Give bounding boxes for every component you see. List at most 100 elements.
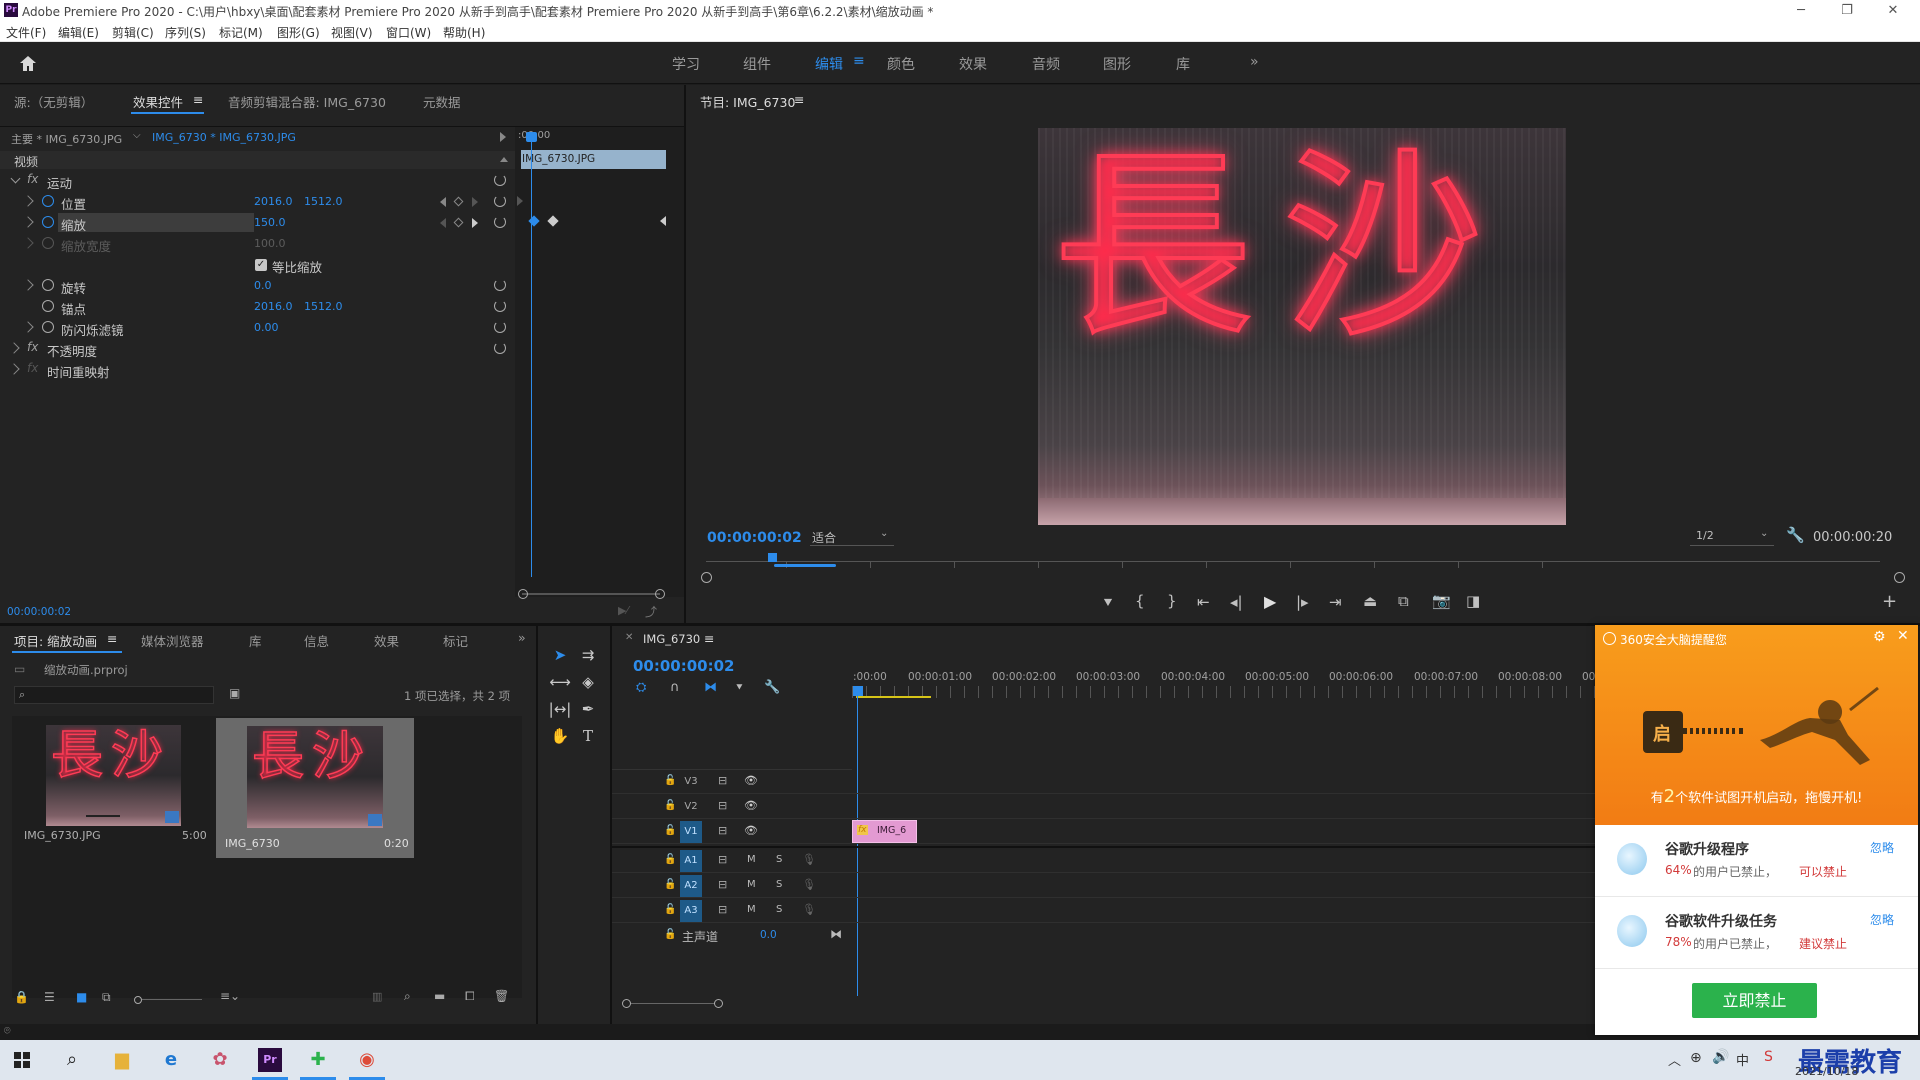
sync-lock-icon[interactable]: ⊟ (718, 799, 727, 812)
lock-icon[interactable]: 🔓 (664, 929, 676, 940)
mark-in-icon[interactable]: { (1135, 592, 1145, 610)
workspace-color[interactable]: 颜色 (887, 54, 915, 74)
pen-tool-icon[interactable]: ✒ (576, 697, 600, 721)
reset-icon[interactable] (494, 321, 506, 333)
ripple-edit-tool-icon[interactable]: ⟷ (548, 670, 572, 694)
tab-markers[interactable]: 标记 (443, 631, 468, 650)
solo-button[interactable]: S (776, 879, 782, 890)
trash-icon[interactable]: 🗑 (494, 989, 509, 1003)
workspace-effects[interactable]: 效果 (959, 54, 987, 74)
restore-icon[interactable]: ❐ (1824, 0, 1870, 21)
tab-project[interactable]: 项目: 缩放动画 (14, 631, 97, 650)
lock-icon[interactable]: 🔓 (664, 775, 676, 786)
reset-icon[interactable] (494, 300, 506, 312)
expand-chevron-icon[interactable] (8, 342, 20, 354)
reset-icon[interactable] (494, 342, 506, 354)
timeline-clip[interactable]: fx IMG_6 (852, 820, 917, 843)
program-video-frame[interactable]: 長沙 (1038, 128, 1566, 525)
mute-button[interactable]: M (747, 879, 756, 890)
project-item-selected[interactable]: 長沙 IMG_6730 0:20 (216, 718, 414, 858)
360-security-icon[interactable]: ✚ (300, 1044, 336, 1076)
tab-audio-clip-mixer[interactable]: 音频剪辑混合器: IMG_6730 (228, 92, 386, 111)
new-item-icon[interactable]: ⧠ (465, 989, 475, 1004)
mute-button[interactable]: M (747, 904, 756, 915)
tab-sequence[interactable]: IMG_6730 (643, 632, 700, 646)
zoom-slider[interactable] (142, 999, 202, 1000)
timeline-settings-icon[interactable]: 🔧 (764, 680, 780, 695)
ignore-link[interactable]: 忽略 (1870, 839, 1894, 856)
sync-lock-icon[interactable]: ⊟ (718, 853, 727, 866)
fx-icon[interactable]: fx (27, 340, 38, 354)
lock-icon[interactable]: 🔓 (664, 879, 676, 890)
tab-metadata[interactable]: 元数据 (423, 92, 461, 111)
effect-controls-menu-icon[interactable]: ≡ (193, 92, 203, 107)
tab-media-browser[interactable]: 媒体浏览器 (141, 631, 204, 650)
add-button-icon[interactable]: + (1882, 591, 1897, 612)
lift-icon[interactable]: ⏏ (1363, 592, 1377, 610)
track-label[interactable]: A1 (680, 850, 702, 872)
timeline-zoom-scroll[interactable] (631, 1003, 715, 1004)
paint-icon[interactable]: ✿ (202, 1044, 238, 1076)
mini-playhead[interactable] (531, 133, 532, 577)
zoom-handle-left[interactable] (518, 589, 528, 599)
tab-source[interactable]: 源:（无剪辑） (14, 92, 93, 111)
comparison-view-icon[interactable]: ◨ (1466, 592, 1480, 610)
tab-info[interactable]: 信息 (304, 631, 329, 650)
motion-effect-row[interactable]: fx 运动 (0, 170, 515, 191)
scroll-handle-right[interactable] (1894, 572, 1905, 583)
menu-window[interactable]: 窗口(W) (386, 24, 431, 41)
tab-effect-controls[interactable]: 效果控件 (133, 92, 183, 111)
time-remap-row[interactable]: fx 时间重映射 (0, 359, 515, 380)
menu-help[interactable]: 帮助(H) (443, 24, 485, 41)
program-title[interactable]: 节目: IMG_6730 (700, 92, 795, 111)
work-area-bar[interactable] (856, 696, 931, 698)
reset-icon[interactable] (494, 174, 506, 186)
filter-icon[interactable]: ▶⁄ (618, 604, 628, 617)
master-volume-value[interactable]: 0.0 (760, 929, 777, 941)
wrench-icon[interactable]: 🔧 (1786, 526, 1805, 544)
go-to-end-icon[interactable]: ⧓ (830, 927, 842, 941)
new-bin-from-search-icon[interactable]: ▣ (229, 686, 240, 700)
go-to-out-icon[interactable]: ⇥ (1329, 593, 1342, 611)
tab-effects[interactable]: 效果 (374, 631, 399, 650)
reset-icon[interactable] (494, 279, 506, 291)
lock-icon[interactable]: 🔓 (664, 825, 676, 836)
snap-icon[interactable]: ∩ (670, 680, 680, 695)
sogou-input-icon[interactable]: S (1764, 1049, 1773, 1065)
solo-button[interactable]: S (776, 854, 782, 865)
mark-out-icon[interactable]: } (1167, 592, 1177, 610)
scroll-handle-right[interactable] (714, 999, 723, 1008)
track-select-tool-icon[interactable]: ⇉ (576, 643, 600, 667)
automate-to-sequence-icon[interactable]: ▥ (372, 990, 382, 1003)
scroll-handle-left[interactable] (622, 999, 631, 1008)
program-playhead[interactable] (768, 553, 777, 562)
opacity-effect-row[interactable]: fx 不透明度 (0, 338, 515, 359)
file-explorer-icon[interactable]: ▆ (104, 1044, 140, 1076)
microphone-icon[interactable]: 🎙 (802, 903, 816, 916)
project-item[interactable]: 長沙 IMG_6730.JPG 5:00 (16, 720, 210, 842)
menu-view[interactable]: 视图(V) (331, 24, 373, 41)
anchor-x-value[interactable]: 2016.0 (254, 300, 293, 313)
menu-file[interactable]: 文件(F) (6, 24, 46, 41)
stopwatch-icon[interactable] (42, 300, 54, 312)
anchor-y-value[interactable]: 1512.0 (304, 300, 343, 313)
track-label[interactable]: A3 (680, 900, 702, 922)
eye-icon[interactable]: 👁 (744, 799, 758, 812)
ignore-link[interactable]: 忽略 (1870, 911, 1894, 928)
lock-icon[interactable]: 🔒 (14, 990, 29, 1004)
eye-icon[interactable]: 👁 (744, 824, 758, 837)
position-x-value[interactable]: 2016.0 (254, 195, 293, 208)
edge-browser-icon[interactable]: e (153, 1044, 189, 1076)
sync-lock-icon[interactable]: ⊟ (718, 878, 727, 891)
settings-gear-icon[interactable]: ⚙ (1873, 629, 1886, 645)
linked-selection-icon[interactable]: ⧓ (704, 680, 717, 695)
microphone-icon[interactable]: 🎙 (802, 853, 816, 866)
find-icon[interactable]: ⌕ (404, 989, 411, 1004)
add-marker-icon[interactable]: ⯆ (735, 681, 744, 695)
add-keyframe-icon[interactable] (453, 196, 464, 207)
volume-icon[interactable]: 🔊 (1712, 1049, 1729, 1065)
fit-dropdown[interactable]: 适合 ⌄ (810, 528, 894, 546)
stopwatch-icon[interactable] (42, 279, 54, 291)
project-menu-icon[interactable]: ≡ (107, 631, 117, 646)
scale-value[interactable]: 150.0 (254, 216, 286, 229)
